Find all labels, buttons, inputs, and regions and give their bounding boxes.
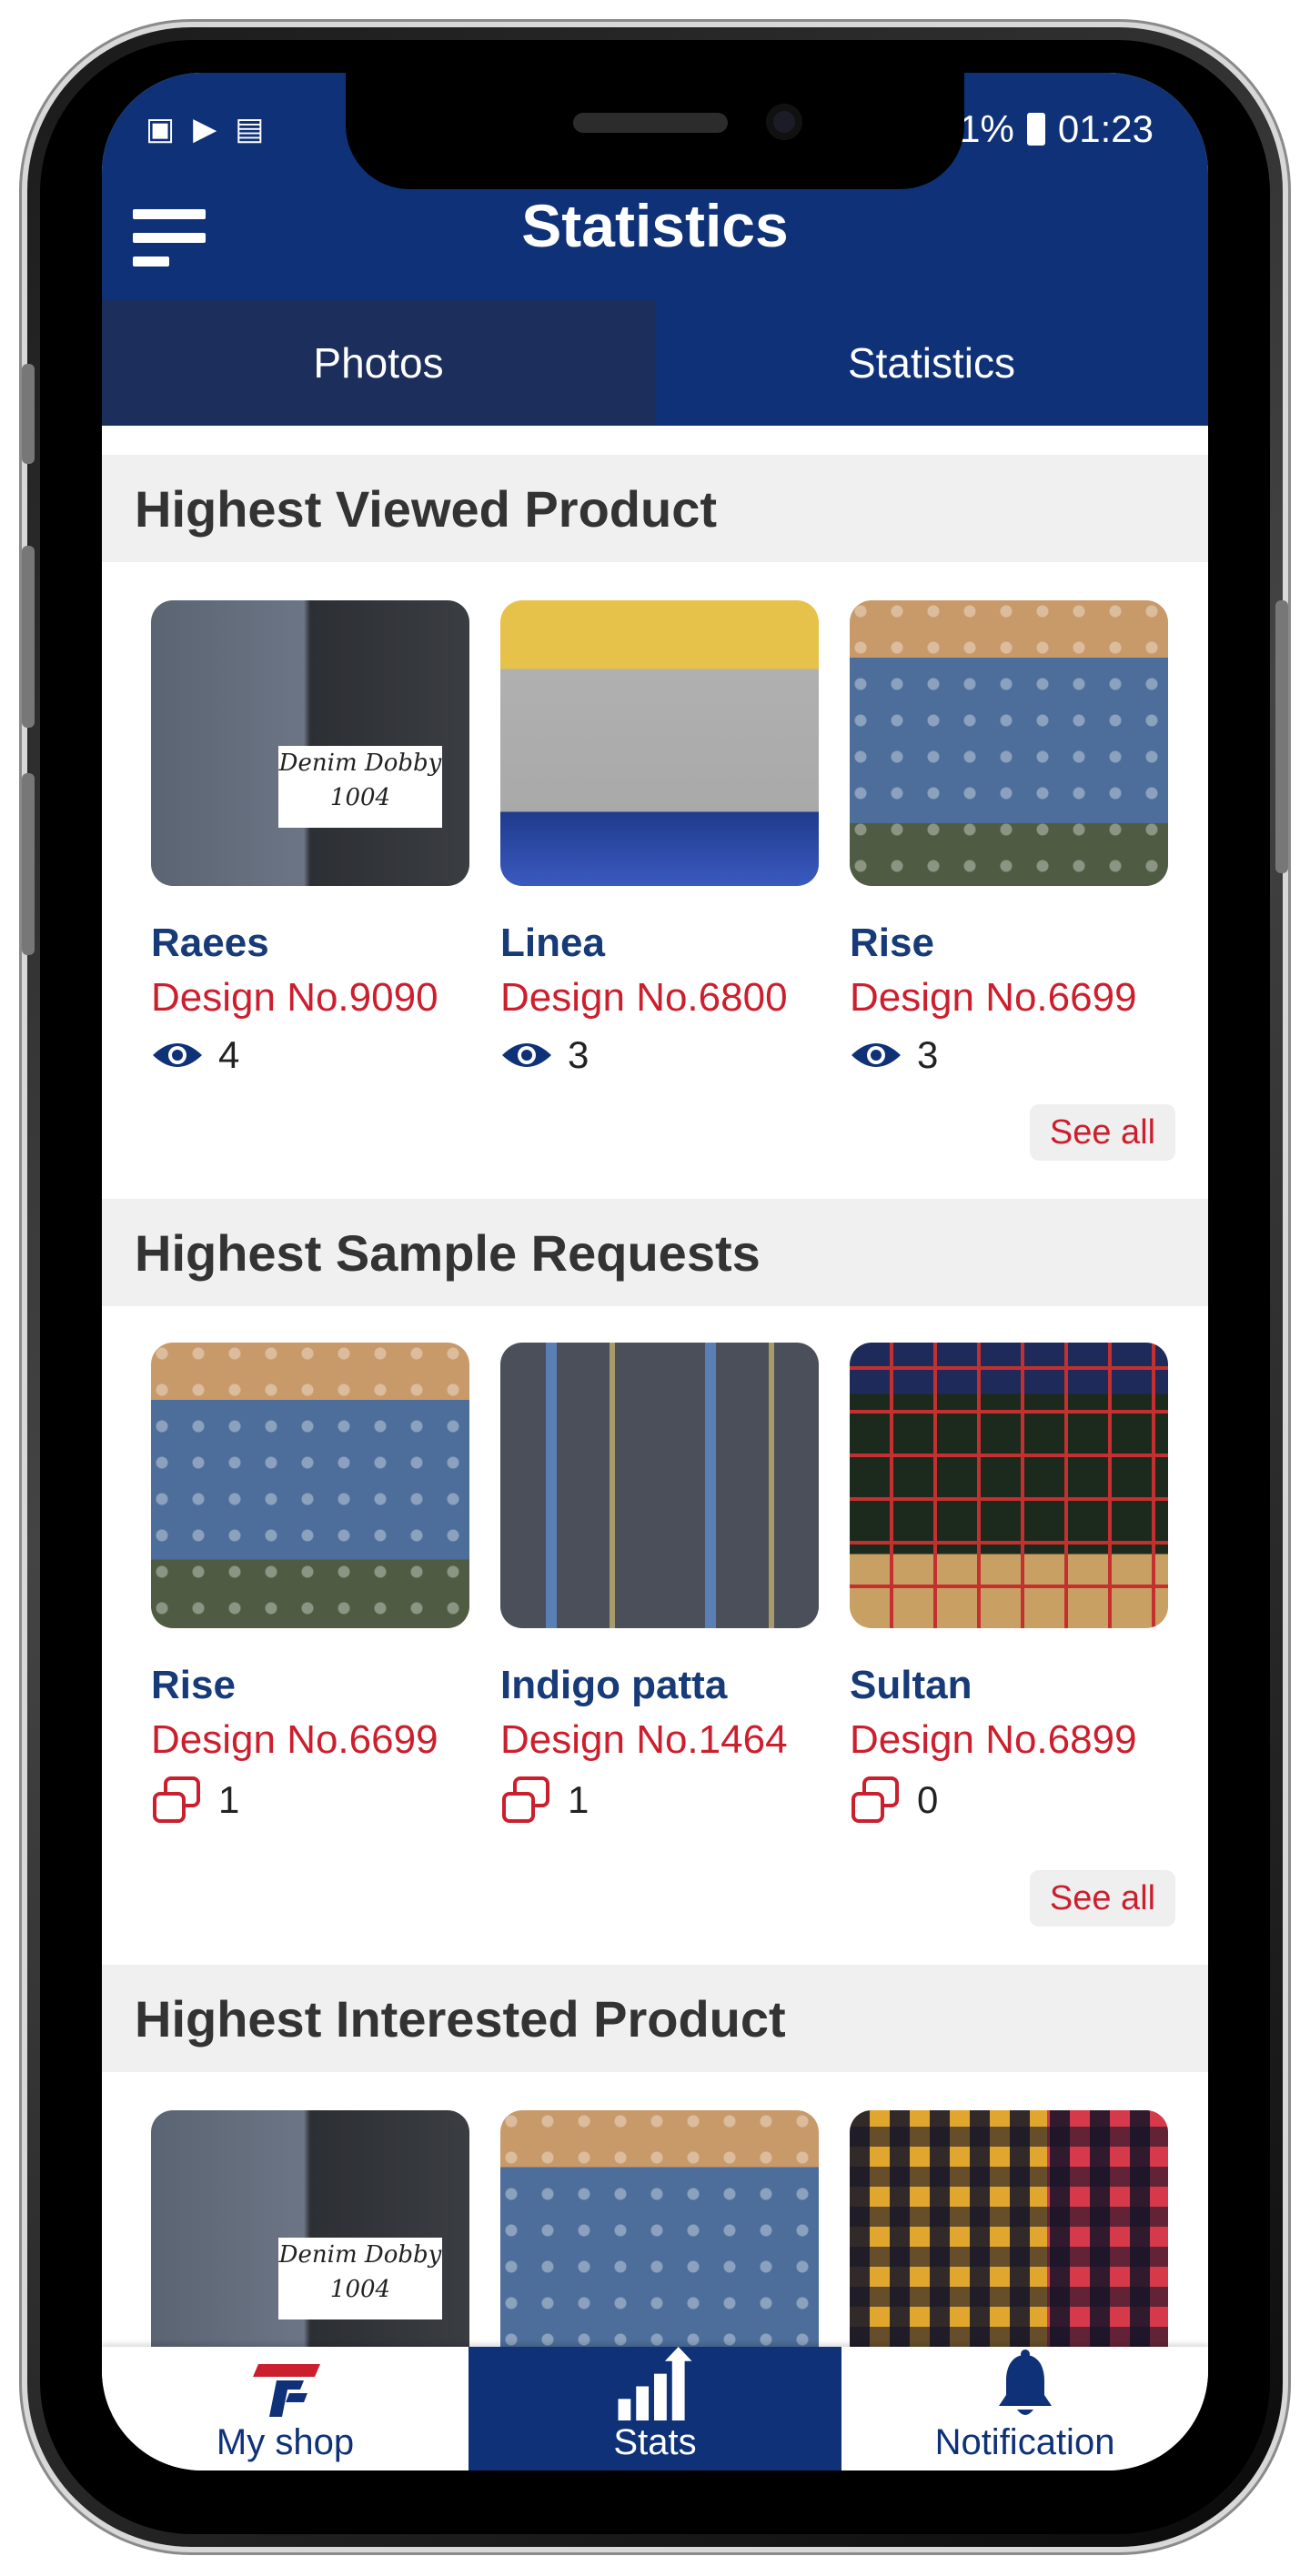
power-button xyxy=(1275,600,1288,873)
product-card[interactable]: Denim Dobby 1004 Raees Design No.9090 4 xyxy=(151,600,469,1077)
eye-icon xyxy=(502,1043,551,1067)
clock: 01:23 xyxy=(1057,107,1154,150)
design-number: Design No.1464 xyxy=(500,1717,788,1762)
product-card[interactable]: Linea Design No.6800 3 xyxy=(500,600,819,1077)
status-icons-right: 61% 01:23 xyxy=(938,107,1154,151)
stats-bar-chart-icon xyxy=(618,2347,692,2421)
fabric-label-tag: Denim Dobby 1004 xyxy=(278,746,442,828)
product-card[interactable]: Indigo patta Design No.1464 1 xyxy=(500,1343,819,1825)
product-thumbnail[interactable] xyxy=(500,600,819,886)
tab-bar: Photos Statistics xyxy=(102,300,1208,426)
section-title-viewed: Highest Viewed Product xyxy=(102,455,1208,562)
volume-down-button xyxy=(22,773,35,955)
app-screen: ▣ ▶ ▤ 61% 01:23 Statistics Photos Statis… xyxy=(102,73,1208,2470)
nav-label-stats: Stats xyxy=(613,2422,697,2462)
sample-request-count: 0 xyxy=(850,1776,1168,1825)
battery-icon xyxy=(1026,113,1045,146)
section-title-interested: Highest Interested Product xyxy=(102,1965,1208,2072)
eye-icon xyxy=(852,1043,901,1067)
sample-request-count: 1 xyxy=(500,1776,819,1825)
nav-label-notification: Notification xyxy=(934,2422,1115,2462)
sample-request-count: 1 xyxy=(151,1776,469,1825)
sample-request-icon xyxy=(502,1776,549,1823)
nav-label-my-shop: My shop xyxy=(216,2422,355,2462)
speaker-grille xyxy=(573,113,728,133)
design-number: Design No.6699 xyxy=(850,975,1137,1020)
product-card[interactable]: Denim Dobby 1004 xyxy=(151,2110,469,2347)
product-card[interactable]: Rise Design No.6699 1 xyxy=(151,1343,469,1825)
nav-notification[interactable]: Notification xyxy=(841,2347,1208,2470)
product-thumbnail[interactable]: Denim Dobby 1004 xyxy=(151,600,469,886)
page-title: Statistics xyxy=(521,192,789,259)
product-name[interactable]: Sultan xyxy=(850,1663,1168,1708)
product-card[interactable] xyxy=(850,2110,1168,2347)
see-all-samples-button[interactable]: See all xyxy=(1030,1870,1175,1927)
product-name[interactable]: Indigo patta xyxy=(500,1663,819,1708)
product-thumbnail[interactable] xyxy=(500,2110,819,2347)
file-notification-icon: ▤ xyxy=(235,112,265,146)
product-thumbnail[interactable] xyxy=(500,1343,819,1628)
fabric-label-tag: Denim Dobby 1004 xyxy=(278,2238,442,2319)
sample-request-icon xyxy=(852,1776,899,1823)
sample-request-icon xyxy=(153,1776,200,1823)
product-thumbnail[interactable] xyxy=(850,2110,1168,2347)
product-name[interactable]: Rise xyxy=(850,921,1168,966)
view-count: 4 xyxy=(151,1033,469,1077)
see-all-viewed-button[interactable]: See all xyxy=(1030,1104,1175,1161)
tab-statistics[interactable]: Statistics xyxy=(655,300,1208,426)
notch xyxy=(346,73,964,189)
product-name[interactable]: Linea xyxy=(500,921,819,966)
design-number: Design No.6800 xyxy=(500,975,788,1020)
design-number: Design No.6899 xyxy=(850,1717,1137,1762)
bell-icon xyxy=(998,2350,1052,2415)
product-name[interactable]: Raees xyxy=(151,921,469,966)
mute-switch xyxy=(22,364,35,464)
section-title-samples: Highest Sample Requests xyxy=(102,1199,1208,1306)
design-number: Design No.6699 xyxy=(151,1717,438,1762)
volume-up-button xyxy=(22,546,35,728)
product-name[interactable]: Rise xyxy=(151,1663,469,1708)
view-count: 3 xyxy=(500,1033,819,1077)
bottom-navigation: My shop Stats Notification xyxy=(102,2347,1208,2470)
front-camera xyxy=(766,104,802,140)
status-icons-left: ▣ ▶ ▤ xyxy=(146,111,264,147)
product-card[interactable] xyxy=(500,2110,819,2347)
nav-my-shop[interactable]: My shop xyxy=(102,2347,469,2470)
product-thumbnail[interactable] xyxy=(850,600,1168,886)
product-card[interactable]: Sultan Design No.6899 0 xyxy=(850,1343,1168,1825)
view-count: 3 xyxy=(850,1033,1168,1077)
nav-stats[interactable]: Stats xyxy=(469,2347,841,2470)
shop-logo-icon xyxy=(252,2364,320,2417)
design-number: Design No.9090 xyxy=(151,975,438,1020)
product-thumbnail[interactable] xyxy=(850,1343,1168,1628)
eye-icon xyxy=(153,1043,202,1067)
tab-photos[interactable]: Photos xyxy=(102,300,655,426)
gallery-notification-icon: ▣ xyxy=(146,112,176,146)
product-thumbnail[interactable] xyxy=(151,1343,469,1628)
play-store-notification-icon: ▶ xyxy=(193,112,217,146)
product-thumbnail[interactable]: Denim Dobby 1004 xyxy=(151,2110,469,2347)
product-card[interactable]: Rise Design No.6699 3 xyxy=(850,600,1168,1077)
